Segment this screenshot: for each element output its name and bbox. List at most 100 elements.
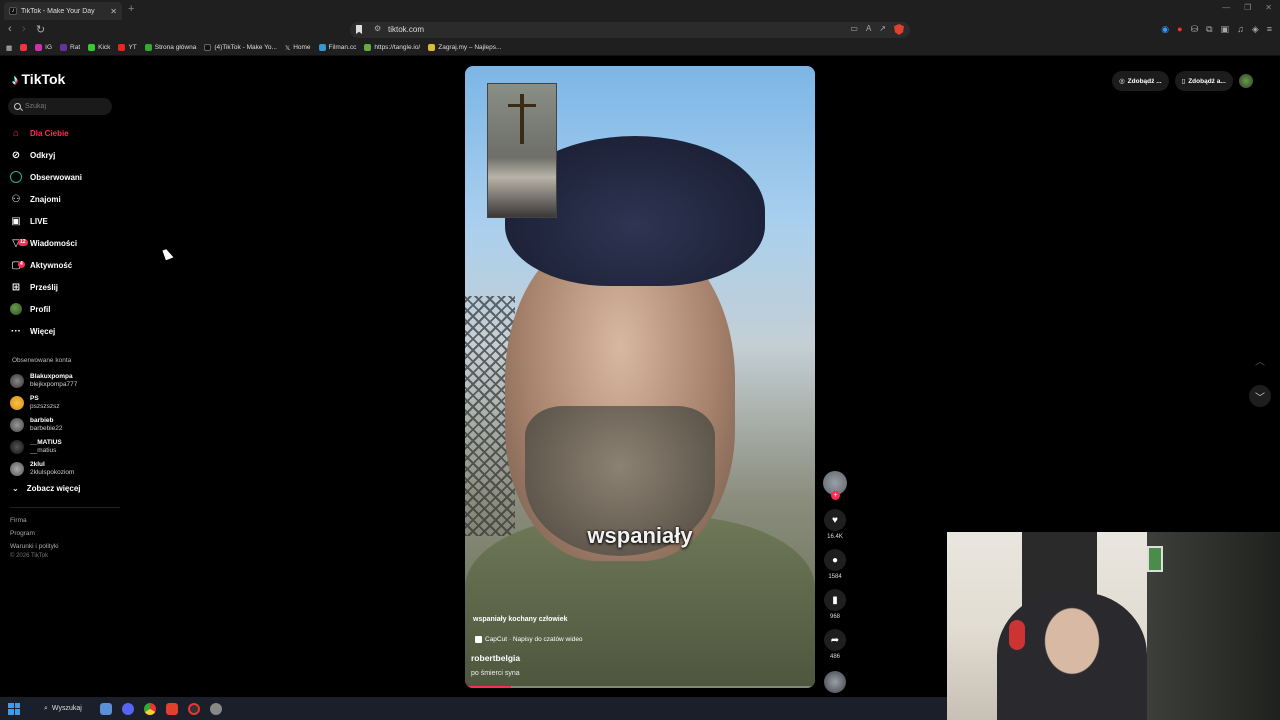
webcam-poster: [1147, 546, 1163, 572]
taskbar-search[interactable]: ⌕ Wyszukaj: [30, 703, 90, 715]
tab-title: TikTok - Make Your Day: [21, 7, 95, 15]
activity-badge: 4: [18, 261, 25, 268]
live-icon: ▣: [11, 215, 21, 227]
account-item[interactable]: PS pszszszsz: [10, 392, 120, 414]
sidebar-icon[interactable]: ▣: [1221, 24, 1230, 35]
creator-avatar[interactable]: +: [823, 471, 847, 500]
brave-shield-icon[interactable]: [894, 24, 904, 35]
music-disc-icon[interactable]: [824, 671, 846, 693]
more-icon: ···: [11, 325, 21, 337]
bookmark-item[interactable]: Kick: [88, 44, 110, 51]
forward-icon[interactable]: ›: [22, 23, 26, 35]
footer-link-program[interactable]: Program: [10, 530, 59, 537]
browser-tab[interactable]: ♪ TikTok - Make Your Day ✕: [4, 2, 122, 20]
coin-icon: ◎: [1119, 78, 1125, 85]
windows-start-icon[interactable]: [8, 702, 20, 715]
restore-icon[interactable]: ❐: [1244, 3, 1251, 12]
comment-button[interactable]: ●: [824, 549, 846, 571]
previous-video-button[interactable]: ︿: [1249, 349, 1271, 371]
nav-item-friends[interactable]: ⚇ Znajomi: [10, 188, 120, 210]
search-box[interactable]: [8, 98, 112, 115]
settings-icon[interactable]: [209, 702, 222, 715]
nav-item-upload[interactable]: ⊞ Prześlij: [10, 276, 120, 298]
nav-item-messages[interactable]: ▽ 12 Wiadomości: [10, 232, 120, 254]
nav-item-more[interactable]: ··· Więcej: [10, 320, 120, 342]
footer-link-company[interactable]: Firma: [10, 517, 59, 524]
new-tab-button[interactable]: +: [128, 3, 134, 15]
bookmark-item[interactable]: 𝕏 Home: [285, 44, 311, 52]
reload-icon[interactable]: ↻: [36, 23, 45, 36]
translate-icon[interactable]: A: [866, 24, 871, 35]
account-item[interactable]: Blakuxpompa blejkxpompa777: [10, 370, 120, 392]
file-explorer-icon[interactable]: [99, 702, 112, 715]
menu-icon[interactable]: ≡: [1267, 24, 1272, 35]
like-count: 16.4K: [827, 534, 843, 540]
avatar: [10, 440, 24, 454]
following-icon: [10, 171, 22, 183]
account-item[interactable]: barbieb barbebie22: [10, 414, 120, 436]
media-icon[interactable]: ♫: [1237, 24, 1244, 35]
url-text[interactable]: tiktok.com: [388, 25, 424, 34]
site-info-icon[interactable]: ⚙: [374, 24, 381, 33]
bookmark-item[interactable]: IG: [35, 44, 52, 51]
home-icon: ⌂: [12, 127, 20, 139]
save-button[interactable]: ▮: [824, 589, 846, 611]
minimize-icon[interactable]: —: [1222, 3, 1230, 12]
webcam-person: [997, 592, 1147, 720]
get-app-button[interactable]: ▯ Zdobądź a...: [1174, 71, 1233, 91]
nav-item-profile[interactable]: Profil: [10, 298, 120, 320]
save-count: 968: [829, 614, 840, 620]
tiktok-logo[interactable]: ♪ TikTok: [12, 71, 65, 87]
video-progress-bar[interactable]: [465, 686, 815, 688]
back-icon[interactable]: ‹: [8, 23, 12, 35]
bookmark-item[interactable]: Strona główna: [144, 44, 196, 51]
bookmark-item[interactable]: [20, 44, 28, 51]
bookmark-item[interactable]: Zagraj.my – Najleps...: [428, 44, 501, 51]
nav-item-live[interactable]: ▣ LIVE: [10, 210, 120, 232]
tiktok-favicon-icon: ♪: [9, 7, 17, 15]
account-item[interactable]: 2klul 2klulspokoziom: [10, 458, 120, 480]
bookmark-item[interactable]: (4)TikTok - Make Yo...: [204, 44, 277, 51]
chevron-down-icon: ﹀: [1255, 392, 1265, 404]
follow-plus-icon[interactable]: +: [831, 491, 840, 500]
nav-item-for-you[interactable]: ⌂ Dla Ciebie: [10, 122, 120, 144]
profile-icon: [10, 303, 22, 315]
shield-icon[interactable]: ◈: [1252, 24, 1259, 35]
capcut-link[interactable]: CapCut · Napisy do czatów wideo: [475, 636, 583, 643]
discord-icon[interactable]: [121, 702, 134, 715]
bookmark-item[interactable]: Filman.cc: [318, 44, 356, 51]
account-item[interactable]: __MATIUS __matius: [10, 436, 120, 458]
share-arrow-icon: ➦: [830, 634, 840, 646]
apps-icon[interactable]: ▦: [6, 44, 12, 52]
cast-icon[interactable]: ▭: [850, 24, 858, 35]
record-icon[interactable]: ●: [1177, 24, 1182, 35]
nav-item-explore[interactable]: ⊘ Odkryj: [10, 144, 120, 166]
bookmark-icon[interactable]: [356, 25, 362, 34]
brave-icon[interactable]: [165, 702, 178, 715]
address-bar[interactable]: ⚙ tiktok.com ▭ A ↗: [350, 22, 910, 38]
bookmark-item[interactable]: https://tangle.io/: [364, 44, 420, 51]
next-video-button[interactable]: ﹀: [1249, 385, 1271, 407]
nav-item-following[interactable]: Obserwowani: [10, 166, 120, 188]
share-button[interactable]: ➦: [824, 629, 846, 651]
extensions-icon[interactable]: ⧉: [1206, 24, 1212, 35]
footer-link-terms[interactable]: Warunki i polityki: [10, 543, 59, 550]
close-window-icon[interactable]: ✕: [1265, 3, 1272, 12]
avatar: [10, 396, 24, 410]
bookmark-item[interactable]: YT: [118, 44, 137, 51]
close-tab-icon[interactable]: ✕: [110, 7, 117, 16]
nav-item-activity[interactable]: ▢ 4 Aktywność: [10, 254, 120, 276]
like-button[interactable]: ♥: [824, 509, 846, 531]
vpn-icon[interactable]: ⛁: [1191, 24, 1199, 35]
wallet-icon[interactable]: ◉: [1161, 24, 1169, 35]
see-more-button[interactable]: ⌄ Zobacz więcej: [12, 484, 81, 493]
bookmark-item[interactable]: Rat: [60, 44, 80, 51]
get-coins-button[interactable]: ◎ Zdobądź ...: [1112, 71, 1169, 91]
video-author[interactable]: robertbelgia: [471, 653, 520, 663]
video-player[interactable]: wspaniały wspaniały kochany człowiek Cap…: [465, 66, 815, 688]
search-input[interactable]: [25, 103, 105, 110]
obs-icon[interactable]: [187, 702, 200, 715]
chrome-icon[interactable]: [143, 702, 156, 715]
user-avatar[interactable]: [1238, 74, 1253, 88]
share-icon[interactable]: ↗: [879, 24, 886, 35]
